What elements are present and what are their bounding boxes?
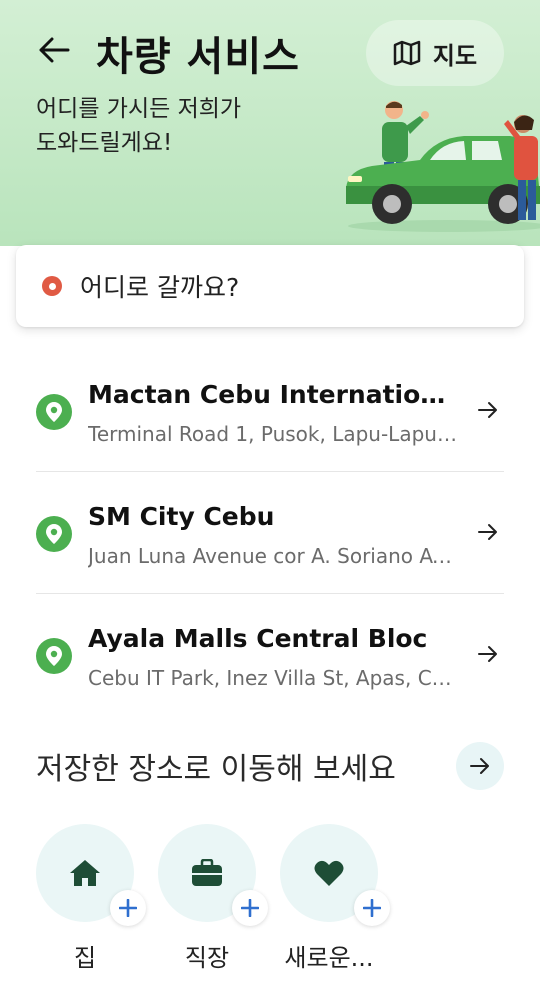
saved-place-label: 새로운... bbox=[284, 944, 374, 972]
pin-icon bbox=[36, 516, 72, 552]
add-plus-icon bbox=[110, 890, 146, 926]
location-dot-icon bbox=[42, 276, 62, 296]
place-title: SM City Cebu bbox=[88, 502, 275, 531]
recent-places-list: Mactan Cebu International Airport Termin… bbox=[36, 350, 504, 716]
destination-search[interactable]: 어디로 갈까요? bbox=[16, 245, 524, 327]
map-button[interactable]: 지도 bbox=[366, 20, 504, 86]
place-title: Mactan Cebu International Airport bbox=[88, 380, 458, 409]
home-icon bbox=[70, 860, 100, 886]
back-arrow-icon bbox=[39, 37, 70, 63]
search-placeholder: 어디로 갈까요? bbox=[80, 273, 240, 302]
pin-icon bbox=[36, 394, 72, 430]
place-address: Juan Luna Avenue cor A. Soriano Avenue bbox=[88, 544, 458, 568]
saved-place-circle bbox=[158, 824, 268, 926]
add-plus-icon bbox=[354, 890, 390, 926]
arrow-right-icon bbox=[478, 524, 497, 540]
arrow-right-icon bbox=[470, 758, 489, 774]
map-button-label: 지도 bbox=[432, 41, 478, 70]
recent-place-item[interactable]: Mactan Cebu International Airport Termin… bbox=[36, 350, 504, 472]
saved-places-more-button[interactable] bbox=[456, 742, 504, 790]
saved-places-heading: 저장한 장소로 이동해 보세요 bbox=[36, 752, 396, 787]
hero-subtitle-line2: 도와드릴게요! bbox=[36, 130, 173, 156]
place-address: Cebu IT Park, Inez Villa St, Apas, Cebu … bbox=[88, 666, 458, 690]
page-title: 차량 서비스 bbox=[96, 34, 300, 80]
recent-place-item[interactable]: SM City Cebu Juan Luna Avenue cor A. Sor… bbox=[36, 472, 504, 594]
saved-place-new[interactable]: 새로운... bbox=[280, 824, 390, 973]
place-address: Terminal Road 1, Pusok, Lapu-Lapu City bbox=[88, 422, 458, 446]
heart-icon bbox=[314, 860, 344, 886]
saved-place-work[interactable]: 직장 bbox=[158, 824, 268, 973]
saved-place-circle bbox=[36, 824, 146, 926]
saved-place-home[interactable]: 집 bbox=[36, 824, 146, 973]
recent-place-item[interactable]: Ayala Malls Central Bloc Cebu IT Park, I… bbox=[36, 594, 504, 716]
map-icon bbox=[393, 40, 421, 66]
hero-subtitle-line1: 어디를 가시든 저희가 bbox=[36, 96, 242, 122]
header-hero: 차량 서비스 지도 어디를 가시든 저희가 도와드릴게요! bbox=[0, 0, 540, 246]
arrow-right-icon bbox=[478, 646, 497, 662]
briefcase-icon bbox=[192, 859, 222, 886]
add-plus-icon bbox=[232, 890, 268, 926]
saved-place-circle bbox=[280, 824, 390, 926]
arrow-right-icon bbox=[478, 402, 497, 418]
place-title: Ayala Malls Central Bloc bbox=[88, 624, 428, 653]
pin-icon bbox=[36, 638, 72, 674]
hero-subtitle: 어디를 가시든 저희가 도와드릴게요! bbox=[36, 92, 356, 160]
back-button[interactable] bbox=[34, 30, 74, 70]
saved-places-row: 집 직장 새로운... bbox=[36, 824, 390, 973]
saved-place-label: 집 bbox=[73, 944, 97, 972]
saved-place-label: 직장 bbox=[184, 944, 230, 972]
car-illustration bbox=[346, 101, 540, 232]
